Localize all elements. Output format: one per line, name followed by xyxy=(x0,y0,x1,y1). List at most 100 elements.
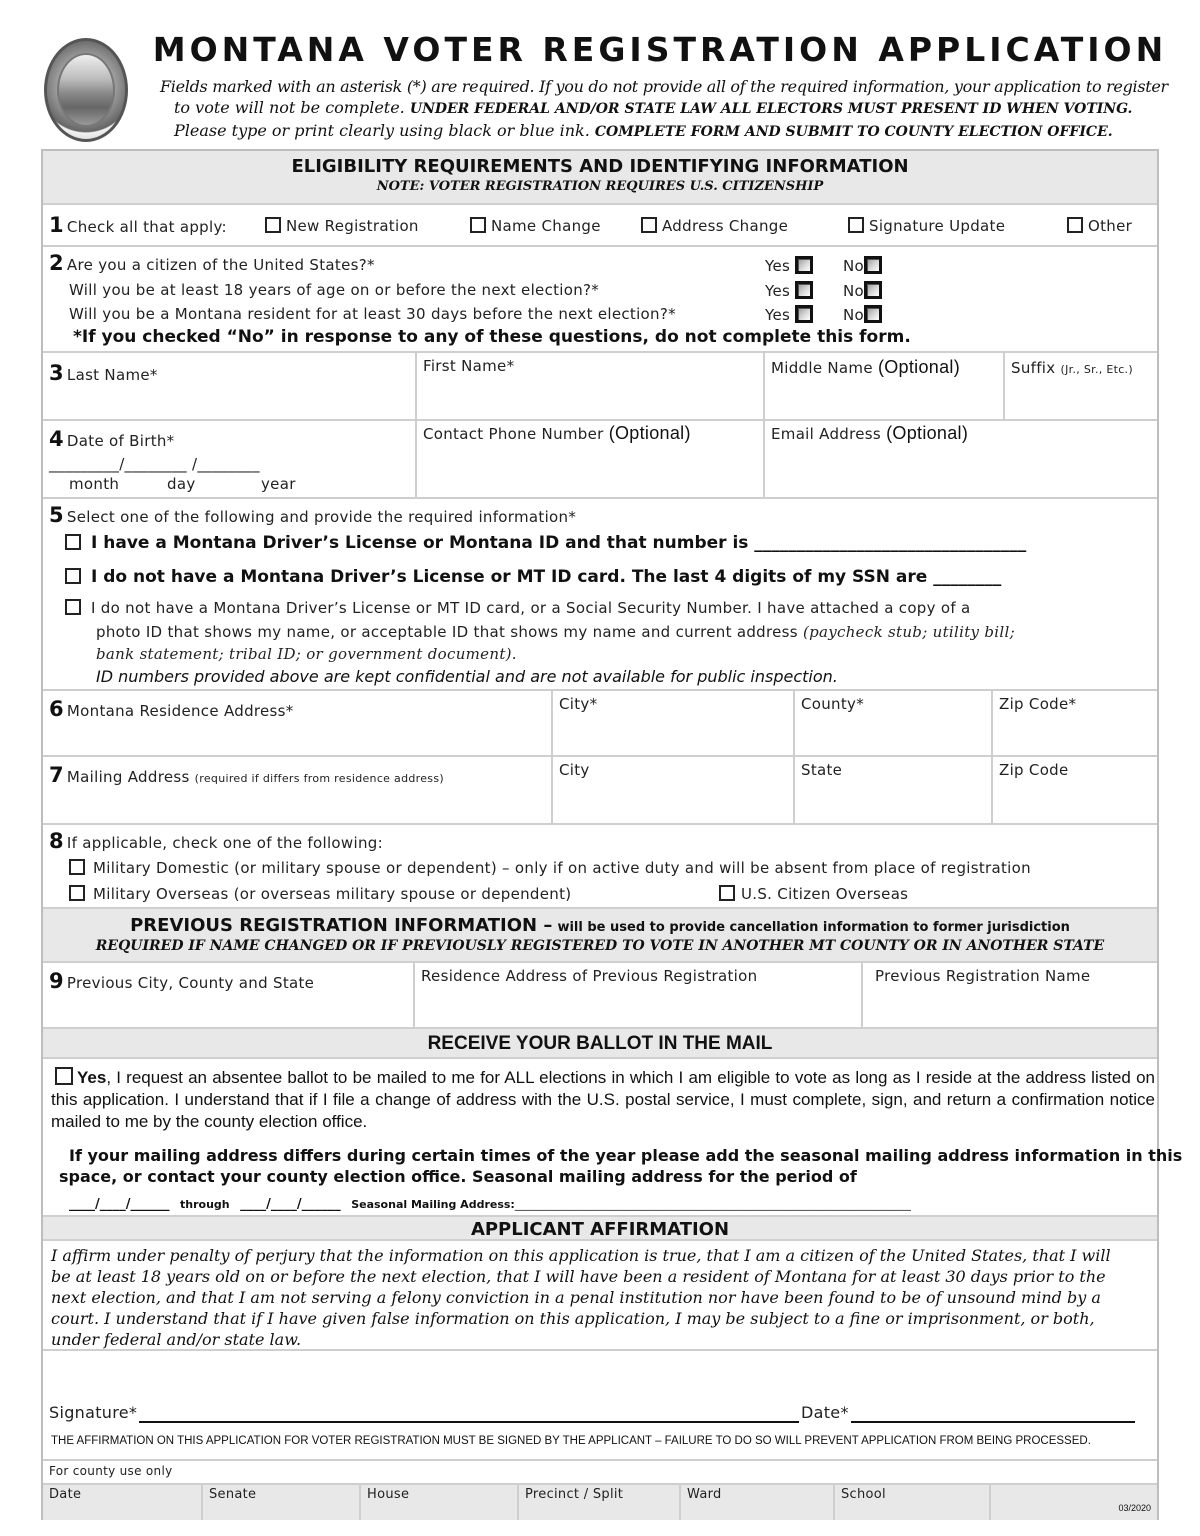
checkbox-icon[interactable] xyxy=(65,599,81,615)
seasonal-address-input[interactable]: ________________________________________… xyxy=(515,1198,911,1211)
checkbox-icon[interactable] xyxy=(719,885,735,901)
checkbox-icon[interactable] xyxy=(69,885,85,901)
mailing-address-field[interactable]: 7 Mailing Address (required if differs fr… xyxy=(49,763,444,787)
other-id-line-2: photo ID that shows my name, or acceptab… xyxy=(96,623,1015,641)
residency-yes[interactable]: Yes xyxy=(765,305,814,324)
option-ssn[interactable]: I do not have a Montana Driver’s License… xyxy=(65,567,1001,587)
previous-location-label: Previous City, County and State xyxy=(66,974,315,992)
question-3-row: 3 Last Name* First Name* Middle Name (Opt… xyxy=(43,353,1157,421)
dob-year-label: year xyxy=(261,475,296,493)
checkbox-icon[interactable] xyxy=(864,256,882,274)
question-number: 8 xyxy=(49,829,64,853)
county-col-ward: Ward xyxy=(687,1487,722,1502)
absentee-request-text: , I request an absentee ballot to be mai… xyxy=(51,1068,1155,1131)
dob-input-blanks[interactable]: _________/________ /________ xyxy=(49,455,260,473)
option-drivers-license[interactable]: I have a Montana Driver’s License or Mon… xyxy=(65,533,1026,553)
checkbox-icon[interactable] xyxy=(795,281,814,299)
checkbox-name-change[interactable]: Name Change xyxy=(470,217,601,235)
question-8-row: 8 If applicable, check one of the followi… xyxy=(43,825,1157,909)
previous-name-field[interactable]: Previous Registration Name xyxy=(861,963,1159,1027)
period-end-input[interactable]: ____/____/______ xyxy=(240,1197,341,1212)
mailing-zip-field[interactable]: Zip Code xyxy=(991,757,1159,823)
citizen-no[interactable]: No xyxy=(843,256,882,275)
question-text: Are you a citizen of the United States?* xyxy=(66,256,375,274)
email-label: Email Address (Optional) xyxy=(771,423,968,444)
citizen-yes[interactable]: Yes xyxy=(765,256,814,275)
yes-label: Yes xyxy=(765,306,791,324)
period-start-input[interactable]: ____/____/______ xyxy=(69,1197,170,1212)
question-number: 1 xyxy=(49,213,64,237)
last-name-field[interactable]: 3 Last Name* xyxy=(49,361,158,385)
residence-zip-field[interactable]: Zip Code* xyxy=(991,691,1159,755)
first-name-label: First Name* xyxy=(423,357,515,375)
checkbox-address-change[interactable]: Address Change xyxy=(641,217,788,235)
suffix-field[interactable]: Suffix (Jr., Sr., Etc.) xyxy=(1003,353,1159,419)
question-5-row: 5 Select one of the following and provide… xyxy=(43,499,1157,691)
mailing-state-field[interactable]: State xyxy=(793,757,991,823)
residence-address-label: Montana Residence Address* xyxy=(66,702,294,720)
checkbox-icon[interactable] xyxy=(69,859,85,875)
county-use-table: Date Senate House Precinct / Split Ward … xyxy=(43,1485,1157,1520)
checkbox-new-registration[interactable]: New Registration xyxy=(265,217,419,235)
state-label: State xyxy=(801,761,843,779)
middle-name-field[interactable]: Middle Name (Optional) xyxy=(763,353,1003,419)
previous-registration-subtitle: will be used to provide cancellation inf… xyxy=(557,920,1070,935)
signature-line[interactable] xyxy=(139,1421,799,1423)
residence-city-field[interactable]: City* xyxy=(551,691,793,755)
previous-address-label: Residence Address of Previous Registrati… xyxy=(421,967,758,985)
previous-registration-title: PREVIOUS REGISTRATION INFORMATION – xyxy=(130,915,553,936)
question-6-row: 6 Montana Residence Address* City* County… xyxy=(43,691,1157,757)
question-number: 5 xyxy=(49,503,64,527)
through-label: through xyxy=(180,1198,230,1211)
age-no[interactable]: No xyxy=(843,281,882,300)
eligibility-section-header: ELIGIBILITY REQUIREMENTS AND IDENTIFYING… xyxy=(43,151,1157,205)
first-name-field[interactable]: First Name* xyxy=(415,353,763,419)
previous-location-field[interactable]: 9 Previous City, County and State xyxy=(49,969,314,993)
signature-date-line[interactable] xyxy=(851,1421,1135,1423)
affirmation-text-row: I affirm under penalty of perjury that t… xyxy=(43,1241,1157,1351)
checkbox-signature-update[interactable]: Signature Update xyxy=(848,217,1005,235)
seasonal-address-instructions: If your mailing address differs during c… xyxy=(59,1145,1182,1187)
id-selection-text: Select one of the following and provide … xyxy=(66,508,577,526)
previous-address-field[interactable]: Residence Address of Previous Registrati… xyxy=(413,963,861,1027)
residency-no[interactable]: No xyxy=(843,305,882,324)
option-citizen-overseas[interactable]: U.S. Citizen Overseas xyxy=(719,885,908,903)
checkbox-icon[interactable] xyxy=(470,217,486,233)
checkbox-icon[interactable] xyxy=(265,217,281,233)
mailing-city-field[interactable]: City xyxy=(551,757,793,823)
absentee-checkbox-icon[interactable] xyxy=(55,1067,73,1085)
checkbox-icon[interactable] xyxy=(641,217,657,233)
city-label: City* xyxy=(559,695,598,713)
residence-address-field[interactable]: 6 Montana Residence Address* xyxy=(49,697,294,721)
residence-county-field[interactable]: County* xyxy=(793,691,991,755)
signature-warning: THE AFFIRMATION ON THIS APPLICATION FOR … xyxy=(51,1435,1091,1447)
date-of-birth-label: 4 Date of Birth* xyxy=(49,427,174,451)
checkbox-icon[interactable] xyxy=(864,305,882,323)
checkbox-icon[interactable] xyxy=(848,217,864,233)
checkbox-other[interactable]: Other xyxy=(1067,217,1132,235)
checkbox-icon[interactable] xyxy=(65,534,81,550)
question-number: 4 xyxy=(49,427,64,451)
option-military-overseas[interactable]: Military Overseas (or overseas military … xyxy=(69,885,571,903)
absentee-yes-label: Yes xyxy=(77,1068,107,1087)
page-title: MONTANA VOTER REGISTRATION APPLICATION xyxy=(152,30,1168,69)
military-label: 8 If applicable, check one of the followi… xyxy=(49,829,383,853)
checkbox-icon[interactable] xyxy=(795,256,814,274)
option-military-domestic[interactable]: Military Domestic (or military spouse or… xyxy=(69,859,1031,877)
email-field[interactable]: Email Address (Optional) xyxy=(763,421,1159,497)
checkbox-icon[interactable] xyxy=(864,281,882,299)
option-other-id[interactable]: I do not have a Montana Driver’s License… xyxy=(65,599,971,617)
checkbox-icon[interactable] xyxy=(795,305,814,323)
age-yes[interactable]: Yes xyxy=(765,281,814,300)
county-col-house-cell: House xyxy=(359,1485,517,1520)
checkbox-icon[interactable] xyxy=(1067,217,1083,233)
suffix-text: Suffix xyxy=(1011,359,1056,377)
intro-line-1: Fields marked with an asterisk (*) are r… xyxy=(160,77,1168,96)
mailing-address-label: Mailing Address xyxy=(66,768,190,786)
phone-text: Contact Phone Number xyxy=(423,425,604,443)
affirmation-title: APPLICANT AFFIRMATION xyxy=(470,1219,730,1240)
ballot-title: RECEIVE YOUR BALLOT IN THE MAIL xyxy=(427,1033,773,1054)
checkbox-icon[interactable] xyxy=(65,568,81,584)
intro-line-2-text: to vote will not be complete. xyxy=(174,98,410,117)
phone-field[interactable]: Contact Phone Number (Optional) xyxy=(415,421,763,497)
